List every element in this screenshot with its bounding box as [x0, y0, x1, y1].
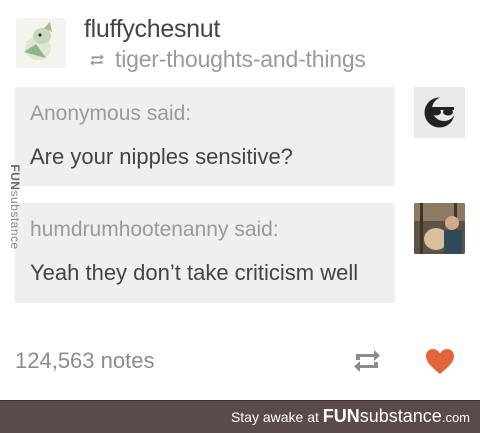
ask-question: Are your nipples sensitive?: [30, 144, 293, 169]
watermark-bold: FUN: [8, 164, 22, 191]
reply-text: Yeah they don’t take criticism well: [30, 260, 359, 285]
ask-attribution: Anonymous said:: [30, 102, 191, 126]
watermark-footer: Stay awake at FUNsubstance.com: [0, 400, 480, 433]
reblog-icon[interactable]: [350, 344, 384, 378]
heart-icon[interactable]: [424, 346, 456, 378]
reply-attribution: humdrumhootenanny said:: [30, 218, 279, 242]
anonymous-avatar: [414, 87, 465, 138]
retweet-icon: [90, 53, 104, 66]
replier-name[interactable]: humdrumhootenanny: [30, 218, 228, 241]
reblog-source-name: tiger-thoughts-and-things: [115, 46, 366, 72]
footer-brand-bold: FUN: [322, 406, 360, 426]
footer-text: Stay awake at FUNsubstance.com: [231, 406, 470, 427]
side-watermark: FUNsubstance: [8, 152, 22, 262]
replier-avatar[interactable]: [414, 203, 465, 254]
notes-count[interactable]: 124,563 notes: [15, 348, 154, 374]
watermark-rest: substance: [8, 190, 22, 250]
photo-avatar-image: [414, 203, 465, 254]
footer-domain: .com: [441, 410, 470, 425]
blog-avatar[interactable]: [16, 18, 66, 68]
ask-bubble: Anonymous said: Are your nipples sensiti…: [15, 87, 395, 186]
footer-brand-rest: substance: [359, 406, 442, 426]
reply-bubble: humdrumhootenanny said: Yeah they don’t …: [15, 203, 395, 303]
said-label: said:: [146, 102, 192, 125]
asker-name: Anonymous: [30, 102, 141, 125]
sunglasses-avatar-icon: [414, 87, 465, 138]
footer-prefix: Stay awake at: [230, 409, 323, 425]
reblog-source-row[interactable]: tiger-thoughts-and-things: [88, 46, 366, 73]
username[interactable]: fluffychesnut: [84, 15, 220, 44]
said-label: said:: [234, 218, 279, 241]
